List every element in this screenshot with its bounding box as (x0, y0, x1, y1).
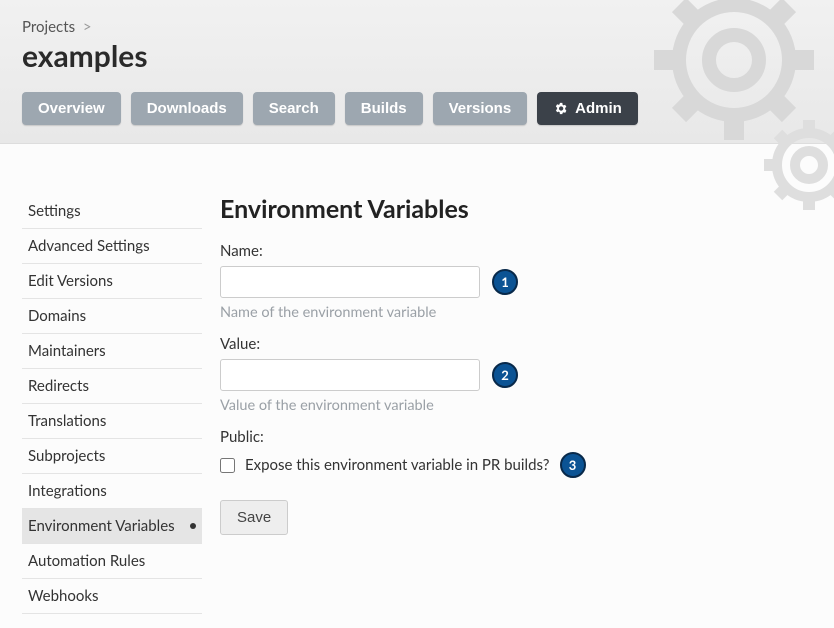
name-label: Name: (220, 242, 812, 260)
sidebar-item-advanced-settings[interactable]: Advanced Settings (22, 229, 202, 264)
public-label: Public: (220, 428, 812, 446)
sidebar-item-label: Maintainers (28, 342, 106, 360)
tab-overview[interactable]: Overview (22, 92, 121, 125)
name-help: Name of the environment variable (220, 304, 812, 321)
sidebar-item-label: Automation Rules (28, 552, 145, 570)
tab-search[interactable]: Search (253, 92, 335, 125)
page-title: Environment Variables (220, 194, 812, 224)
tab-admin[interactable]: Admin (537, 92, 638, 125)
callout-2: 2 (492, 362, 518, 388)
callout-3: 3 (560, 452, 586, 478)
active-bullet-icon (190, 523, 196, 529)
gear-icon (553, 101, 568, 116)
tab-downloads[interactable]: Downloads (131, 92, 243, 125)
value-input[interactable] (220, 359, 480, 391)
name-input[interactable] (220, 266, 480, 298)
sidebar-item-label: Domains (28, 307, 86, 325)
sidebar-item-subprojects[interactable]: Subprojects (22, 439, 202, 474)
admin-sidebar: Settings Advanced Settings Edit Versions… (22, 194, 202, 614)
tab-versions[interactable]: Versions (433, 92, 528, 125)
sidebar-item-label: Redirects (28, 377, 89, 395)
sidebar-item-maintainers[interactable]: Maintainers (22, 334, 202, 369)
main-panel: Environment Variables Name: 1 Name of th… (220, 194, 812, 614)
sidebar-item-label: Advanced Settings (28, 237, 150, 255)
callout-1: 1 (492, 269, 518, 295)
value-help: Value of the environment variable (220, 397, 812, 414)
project-title: examples (22, 38, 812, 74)
tab-bar: Overview Downloads Search Builds Version… (22, 92, 812, 125)
sidebar-item-label: Subprojects (28, 447, 105, 465)
breadcrumb-separator: > (83, 18, 92, 36)
public-checkbox[interactable] (220, 458, 235, 473)
header: Projects > examples Overview Downloads S… (0, 0, 834, 144)
tab-builds[interactable]: Builds (345, 92, 423, 125)
sidebar-item-automation-rules[interactable]: Automation Rules (22, 544, 202, 579)
save-button[interactable]: Save (220, 500, 288, 535)
sidebar-item-label: Integrations (28, 482, 107, 500)
value-label: Value: (220, 335, 812, 353)
sidebar-item-label: Settings (28, 202, 81, 220)
sidebar-item-integrations[interactable]: Integrations (22, 474, 202, 509)
sidebar-item-label: Environment Variables (28, 517, 175, 535)
sidebar-item-translations[interactable]: Translations (22, 404, 202, 439)
sidebar-item-label: Translations (28, 412, 106, 430)
public-checkbox-label[interactable]: Expose this environment variable in PR b… (245, 456, 550, 474)
sidebar-item-environment-variables[interactable]: Environment Variables (22, 509, 202, 544)
sidebar-item-settings[interactable]: Settings (22, 194, 202, 229)
breadcrumb-root-link[interactable]: Projects (22, 18, 75, 36)
sidebar-item-redirects[interactable]: Redirects (22, 369, 202, 404)
sidebar-item-label: Edit Versions (28, 272, 113, 290)
tab-admin-label: Admin (575, 100, 622, 117)
sidebar-item-domains[interactable]: Domains (22, 299, 202, 334)
sidebar-item-label: Webhooks (28, 587, 99, 605)
sidebar-item-edit-versions[interactable]: Edit Versions (22, 264, 202, 299)
breadcrumb: Projects > (22, 18, 812, 36)
sidebar-item-webhooks[interactable]: Webhooks (22, 579, 202, 614)
